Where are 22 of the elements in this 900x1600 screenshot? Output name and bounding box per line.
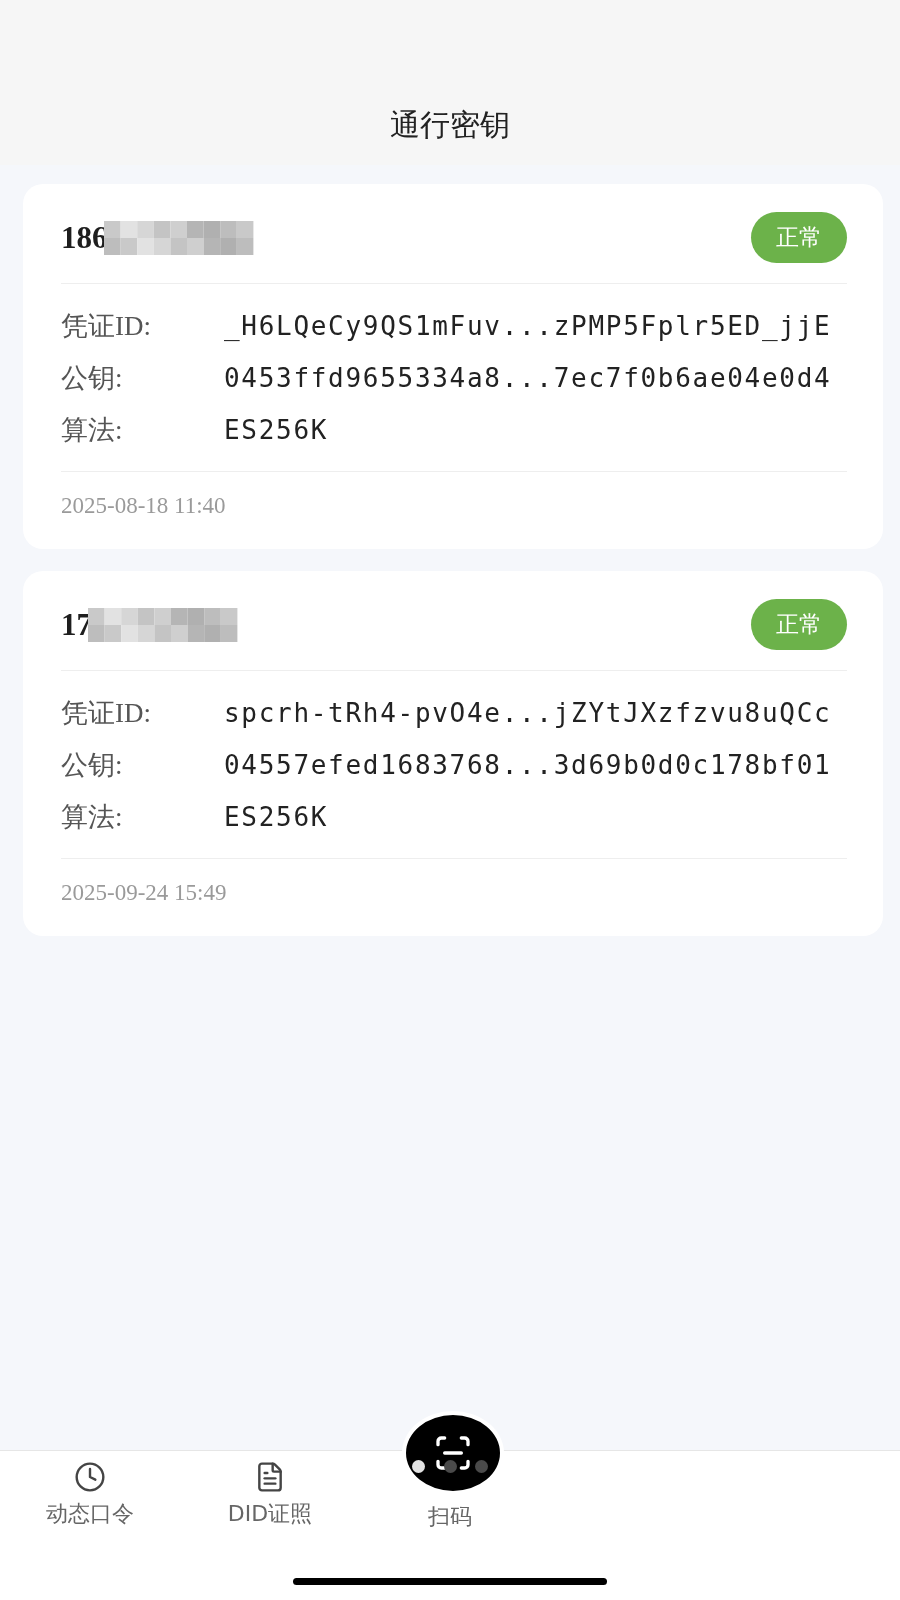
field-label: 公钥:: [61, 362, 124, 395]
created-date: 2025-09-24 15:49: [61, 880, 227, 905]
scan-tab[interactable]: 扫码: [428, 1504, 472, 1530]
field-label: 算法:: [61, 801, 124, 834]
clock-icon: [74, 1461, 106, 1493]
tab-item[interactable]: 动态口令: [46, 1451, 134, 1529]
field-label: 算法:: [61, 414, 124, 447]
page-title: 通行密钥: [390, 107, 510, 143]
tab-item[interactable]: DID证照: [227, 1451, 313, 1529]
created-date: 2025-08-18 11:40: [61, 493, 226, 518]
status-badge: 正常: [751, 212, 847, 263]
field-value: ES256K: [224, 802, 330, 832]
field-value: ES256K: [224, 415, 330, 445]
field-label: 公钥:: [61, 749, 124, 782]
field-label: 凭证ID:: [61, 697, 152, 730]
field-label: 凭证ID:: [61, 310, 152, 343]
field-value: _H6LQeCy9QS1mFuv...zPMP5Fplr5ED_jjE: [224, 311, 833, 341]
status-badge: 正常: [751, 599, 847, 650]
scan-icon: [433, 1433, 473, 1473]
field-value: 04557efed1683768...3d69b0d0c178bf01: [224, 750, 833, 780]
field-value: 0453ffd9655334a8...7ec7f0b6ae04e0d4: [224, 363, 833, 393]
field-value: spcrh-tRh4-pvO4e...jZYtJXzfzvu8uQCc: [224, 698, 833, 728]
